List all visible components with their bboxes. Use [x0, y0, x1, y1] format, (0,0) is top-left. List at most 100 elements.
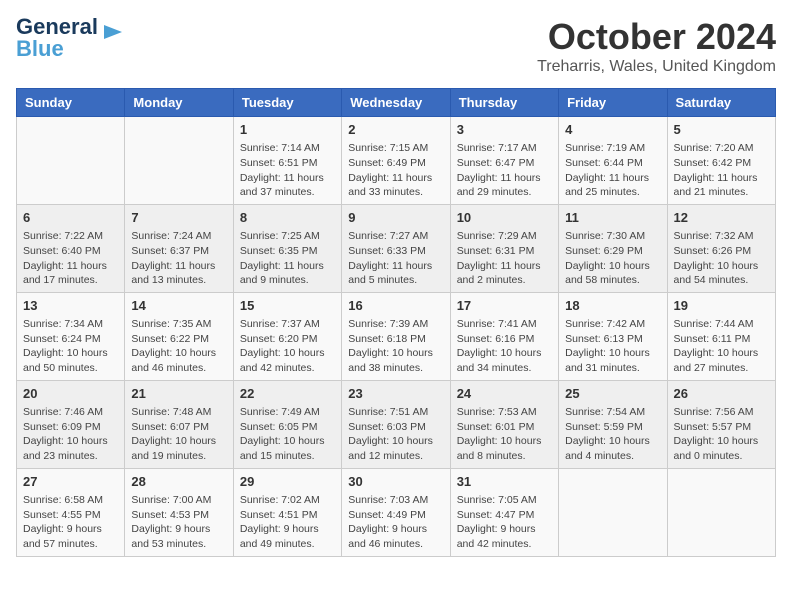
day-header-friday: Friday [559, 89, 667, 117]
day-number: 9 [348, 209, 443, 227]
day-number: 30 [348, 473, 443, 491]
cell-content: Sunrise: 7:00 AM Sunset: 4:53 PM Dayligh… [131, 493, 226, 552]
cell-content: Sunrise: 7:51 AM Sunset: 6:03 PM Dayligh… [348, 405, 443, 464]
calendar-cell: 30 Sunrise: 7:03 AM Sunset: 4:49 PM Dayli… [342, 468, 450, 556]
calendar-cell [667, 468, 775, 556]
day-number: 2 [348, 121, 443, 139]
cell-content: Sunrise: 7:56 AM Sunset: 5:57 PM Dayligh… [674, 405, 769, 464]
day-number: 18 [565, 297, 660, 315]
cell-content: Sunrise: 7:30 AM Sunset: 6:29 PM Dayligh… [565, 229, 660, 288]
cell-content: Sunrise: 7:49 AM Sunset: 6:05 PM Dayligh… [240, 405, 335, 464]
header: GeneralBlue October 2024 Treharris, Wale… [16, 16, 776, 76]
day-number: 24 [457, 385, 552, 403]
cell-content: Sunrise: 6:58 AM Sunset: 4:55 PM Dayligh… [23, 493, 118, 552]
cell-content: Sunrise: 7:48 AM Sunset: 6:07 PM Dayligh… [131, 405, 226, 464]
day-number: 22 [240, 385, 335, 403]
calendar-cell: 2 Sunrise: 7:15 AM Sunset: 6:49 PM Daylig… [342, 117, 450, 205]
day-number: 10 [457, 209, 552, 227]
cell-content: Sunrise: 7:29 AM Sunset: 6:31 PM Dayligh… [457, 229, 552, 288]
day-number: 29 [240, 473, 335, 491]
day-number: 31 [457, 473, 552, 491]
calendar-cell: 31 Sunrise: 7:05 AM Sunset: 4:47 PM Dayli… [450, 468, 558, 556]
calendar-cell: 1 Sunrise: 7:14 AM Sunset: 6:51 PM Daylig… [233, 117, 341, 205]
cell-content: Sunrise: 7:22 AM Sunset: 6:40 PM Dayligh… [23, 229, 118, 288]
logo-text: GeneralBlue [16, 16, 98, 60]
cell-content: Sunrise: 7:20 AM Sunset: 6:42 PM Dayligh… [674, 141, 769, 200]
day-header-monday: Monday [125, 89, 233, 117]
calendar-week-row: 27 Sunrise: 6:58 AM Sunset: 4:55 PM Dayli… [17, 468, 776, 556]
day-number: 16 [348, 297, 443, 315]
calendar-week-row: 6 Sunrise: 7:22 AM Sunset: 6:40 PM Daylig… [17, 204, 776, 292]
day-header-thursday: Thursday [450, 89, 558, 117]
day-number: 4 [565, 121, 660, 139]
calendar-cell: 7Sunrise: 7:24 AM Sunset: 6:37 PM Daylig… [125, 204, 233, 292]
cell-content: Sunrise: 7:05 AM Sunset: 4:47 PM Dayligh… [457, 493, 552, 552]
day-number: 12 [674, 209, 769, 227]
day-header-wednesday: Wednesday [342, 89, 450, 117]
day-number: 23 [348, 385, 443, 403]
cell-content: Sunrise: 7:53 AM Sunset: 6:01 PM Dayligh… [457, 405, 552, 464]
day-number: 6 [23, 209, 118, 227]
day-number: 28 [131, 473, 226, 491]
cell-content: Sunrise: 7:37 AM Sunset: 6:20 PM Dayligh… [240, 317, 335, 376]
cell-content: Sunrise: 7:02 AM Sunset: 4:51 PM Dayligh… [240, 493, 335, 552]
cell-content: Sunrise: 7:15 AM Sunset: 6:49 PM Dayligh… [348, 141, 443, 200]
calendar-cell: 9 Sunrise: 7:27 AM Sunset: 6:33 PM Daylig… [342, 204, 450, 292]
logo-arrow-icon [102, 21, 124, 43]
calendar-cell: 5 Sunrise: 7:20 AM Sunset: 6:42 PM Daylig… [667, 117, 775, 205]
calendar-cell: 4Sunrise: 7:19 AM Sunset: 6:44 PM Daylig… [559, 117, 667, 205]
month-title: October 2024 [537, 16, 776, 58]
cell-content: Sunrise: 7:24 AM Sunset: 6:37 PM Dayligh… [131, 229, 226, 288]
calendar-cell: 3Sunrise: 7:17 AM Sunset: 6:47 PM Daylig… [450, 117, 558, 205]
calendar-table: SundayMondayTuesdayWednesdayThursdayFrid… [16, 88, 776, 557]
cell-content: Sunrise: 7:41 AM Sunset: 6:16 PM Dayligh… [457, 317, 552, 376]
calendar-cell: 13Sunrise: 7:34 AM Sunset: 6:24 PM Dayli… [17, 292, 125, 380]
cell-content: Sunrise: 7:03 AM Sunset: 4:49 PM Dayligh… [348, 493, 443, 552]
cell-content: Sunrise: 7:35 AM Sunset: 6:22 PM Dayligh… [131, 317, 226, 376]
calendar-week-row: 13Sunrise: 7:34 AM Sunset: 6:24 PM Dayli… [17, 292, 776, 380]
calendar-week-row: 1 Sunrise: 7:14 AM Sunset: 6:51 PM Daylig… [17, 117, 776, 205]
calendar-cell: 26 Sunrise: 7:56 AM Sunset: 5:57 PM Dayli… [667, 380, 775, 468]
cell-content: Sunrise: 7:42 AM Sunset: 6:13 PM Dayligh… [565, 317, 660, 376]
day-number: 14 [131, 297, 226, 315]
day-number: 20 [23, 385, 118, 403]
day-number: 1 [240, 121, 335, 139]
logo: GeneralBlue [16, 16, 124, 60]
cell-content: Sunrise: 7:14 AM Sunset: 6:51 PM Dayligh… [240, 141, 335, 200]
calendar-cell: 18 Sunrise: 7:42 AM Sunset: 6:13 PM Dayli… [559, 292, 667, 380]
cell-content: Sunrise: 7:25 AM Sunset: 6:35 PM Dayligh… [240, 229, 335, 288]
cell-content: Sunrise: 7:54 AM Sunset: 5:59 PM Dayligh… [565, 405, 660, 464]
calendar-cell: 23 Sunrise: 7:51 AM Sunset: 6:03 PM Dayli… [342, 380, 450, 468]
day-number: 27 [23, 473, 118, 491]
location: Treharris, Wales, United Kingdom [537, 58, 776, 76]
calendar-week-row: 20 Sunrise: 7:46 AM Sunset: 6:09 PM Dayli… [17, 380, 776, 468]
calendar-cell: 17 Sunrise: 7:41 AM Sunset: 6:16 PM Dayli… [450, 292, 558, 380]
cell-content: Sunrise: 7:17 AM Sunset: 6:47 PM Dayligh… [457, 141, 552, 200]
day-header-saturday: Saturday [667, 89, 775, 117]
calendar-cell: 20 Sunrise: 7:46 AM Sunset: 6:09 PM Dayli… [17, 380, 125, 468]
calendar-cell: 27 Sunrise: 6:58 AM Sunset: 4:55 PM Dayli… [17, 468, 125, 556]
day-number: 17 [457, 297, 552, 315]
day-header-tuesday: Tuesday [233, 89, 341, 117]
calendar-cell: 15Sunrise: 7:37 AM Sunset: 6:20 PM Dayli… [233, 292, 341, 380]
cell-content: Sunrise: 7:32 AM Sunset: 6:26 PM Dayligh… [674, 229, 769, 288]
calendar-cell: 12 Sunrise: 7:32 AM Sunset: 6:26 PM Dayli… [667, 204, 775, 292]
calendar-cell: 8Sunrise: 7:25 AM Sunset: 6:35 PM Daylig… [233, 204, 341, 292]
calendar-cell [17, 117, 125, 205]
calendar-cell: 11Sunrise: 7:30 AM Sunset: 6:29 PM Dayli… [559, 204, 667, 292]
calendar-cell: 25 Sunrise: 7:54 AM Sunset: 5:59 PM Dayli… [559, 380, 667, 468]
calendar-cell: 28 Sunrise: 7:00 AM Sunset: 4:53 PM Dayli… [125, 468, 233, 556]
calendar-cell: 22 Sunrise: 7:49 AM Sunset: 6:05 PM Dayli… [233, 380, 341, 468]
calendar-cell: 6 Sunrise: 7:22 AM Sunset: 6:40 PM Daylig… [17, 204, 125, 292]
calendar-cell: 19Sunrise: 7:44 AM Sunset: 6:11 PM Dayli… [667, 292, 775, 380]
calendar-cell: 21Sunrise: 7:48 AM Sunset: 6:07 PM Dayli… [125, 380, 233, 468]
calendar-cell: 14 Sunrise: 7:35 AM Sunset: 6:22 PM Dayli… [125, 292, 233, 380]
cell-content: Sunrise: 7:39 AM Sunset: 6:18 PM Dayligh… [348, 317, 443, 376]
day-number: 25 [565, 385, 660, 403]
day-number: 26 [674, 385, 769, 403]
calendar-cell: 10 Sunrise: 7:29 AM Sunset: 6:31 PM Dayli… [450, 204, 558, 292]
calendar-cell [125, 117, 233, 205]
day-number: 5 [674, 121, 769, 139]
cell-content: Sunrise: 7:27 AM Sunset: 6:33 PM Dayligh… [348, 229, 443, 288]
cell-content: Sunrise: 7:46 AM Sunset: 6:09 PM Dayligh… [23, 405, 118, 464]
